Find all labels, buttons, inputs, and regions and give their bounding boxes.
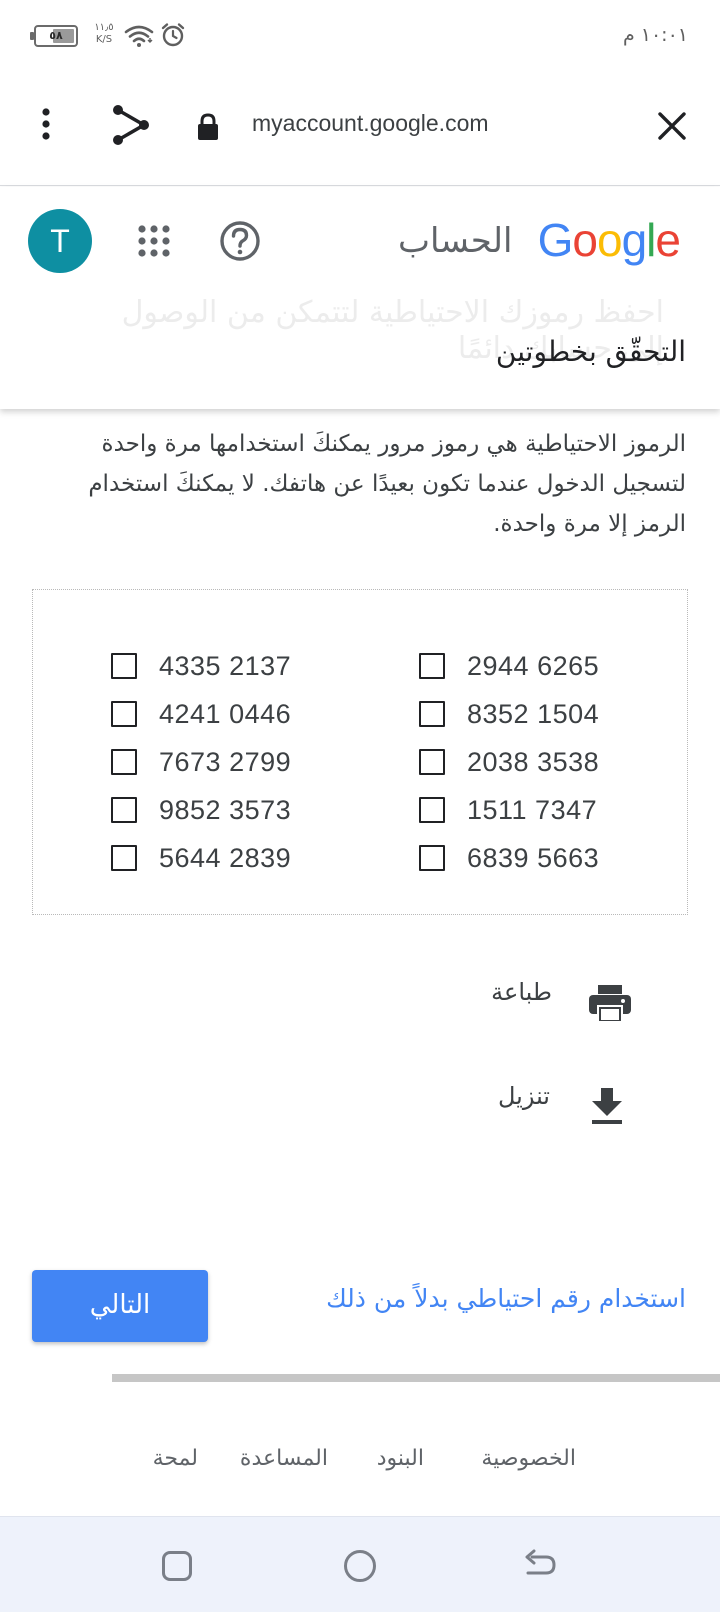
page-title: التحقّق بخطوتين (495, 335, 686, 368)
logo-letter: e (655, 214, 681, 266)
code-item: 9852 3573 (111, 786, 291, 834)
lock-icon (198, 113, 218, 140)
network-speed: ١١٫٥ K/S (92, 22, 116, 46)
footer-terms-link[interactable]: البنود (377, 1446, 424, 1471)
code-checkbox[interactable] (111, 845, 137, 871)
code-item: 4335 2137 (111, 642, 291, 690)
download-action[interactable]: تنزيل (498, 1082, 550, 1110)
browser-toolbar: myaccount.google.com (0, 74, 720, 186)
system-nav-bar (0, 1516, 720, 1612)
url-field[interactable]: myaccount.google.com (252, 110, 489, 137)
code-item: 7673 2799 (111, 738, 291, 786)
status-bar: ٥٨ ١١٫٥ K/S ١٠:٠١ م (0, 0, 720, 74)
code-text: 7673 2799 (159, 746, 292, 777)
print-icon[interactable] (588, 984, 632, 1024)
more-options-icon[interactable] (34, 104, 58, 144)
code-text: 4241 0446 (159, 698, 292, 729)
logo-letter: g (621, 214, 648, 266)
clock: ١٠:٠١ م (622, 24, 688, 46)
alarm-icon (161, 23, 185, 47)
recent-apps-icon[interactable] (162, 1551, 192, 1581)
code-checkbox[interactable] (111, 749, 137, 775)
backup-codes-box: 4335 2137 4241 0446 7673 2799 9852 3573 … (32, 589, 688, 915)
battery-icon: ٥٨ (30, 25, 78, 47)
code-item: 2038 3538 (419, 738, 599, 786)
code-checkbox[interactable] (419, 797, 445, 823)
code-text: 8352 1504 (467, 698, 600, 729)
code-checkbox[interactable] (419, 701, 445, 727)
share-icon[interactable] (110, 104, 152, 146)
back-icon[interactable] (524, 1549, 556, 1581)
footer-help-link[interactable]: المساعدة (240, 1446, 328, 1471)
code-checkbox[interactable] (419, 845, 445, 871)
logo-letter: o (596, 214, 623, 266)
code-item: 6839 5663 (419, 834, 599, 882)
google-logo: Google (537, 213, 681, 267)
codes-column-left: 4335 2137 4241 0446 7673 2799 9852 3573 … (111, 642, 291, 882)
logo-letter: l (646, 214, 656, 266)
code-text: 9852 3573 (159, 794, 292, 825)
code-item: 4241 0446 (111, 690, 291, 738)
home-icon[interactable] (344, 1550, 376, 1582)
print-action[interactable]: طباعة (491, 978, 552, 1006)
code-text: 1511 7347 (467, 794, 598, 825)
code-item: 2944 6265 (419, 642, 599, 690)
footer-about-link[interactable]: لمحة (153, 1446, 198, 1471)
code-text: 4335 2137 (159, 650, 292, 681)
logo-letter: G (537, 214, 574, 266)
code-text: 6839 5663 (467, 842, 600, 873)
network-speed-unit: K/S (95, 34, 113, 45)
download-icon[interactable] (590, 1086, 624, 1126)
help-icon[interactable] (218, 219, 262, 263)
code-item: 8352 1504 (419, 690, 599, 738)
code-checkbox[interactable] (111, 797, 137, 823)
network-speed-value: ١١٫٥ (94, 22, 114, 33)
code-item: 1511 7347 (419, 786, 599, 834)
code-text: 2038 3538 (467, 746, 600, 777)
code-checkbox[interactable] (111, 701, 137, 727)
codes-column-right: 2944 6265 8352 1504 2038 3538 1511 7347 … (419, 642, 599, 882)
code-text: 5644 2839 (159, 842, 292, 873)
code-checkbox[interactable] (419, 749, 445, 775)
close-icon[interactable] (656, 110, 688, 142)
logo-letter: o (572, 214, 598, 266)
avatar[interactable]: T (28, 209, 92, 273)
account-header: T Google الحساب احفظ رموزك الاحتياطية لت… (0, 187, 720, 409)
apps-grid-icon[interactable] (136, 223, 172, 259)
battery-percent: ٥٨ (49, 29, 63, 42)
account-label: الحساب (398, 221, 513, 261)
code-text: 2944 6265 (467, 650, 600, 681)
wifi-icon (124, 25, 154, 47)
footer-privacy-link[interactable]: الخصوصية (481, 1446, 576, 1471)
code-item: 5644 2839 (111, 834, 291, 882)
use-backup-number-link[interactable]: استخدام رقم احتياطي بدلاً من ذلك (326, 1284, 686, 1313)
code-checkbox[interactable] (111, 653, 137, 679)
horizontal-scrollbar[interactable] (112, 1374, 720, 1382)
description-text: الرموز الاحتياطية هي رموز مرور يمكنكَ اس… (88, 431, 686, 537)
code-checkbox[interactable] (419, 653, 445, 679)
next-button[interactable]: التالي (32, 1270, 208, 1342)
